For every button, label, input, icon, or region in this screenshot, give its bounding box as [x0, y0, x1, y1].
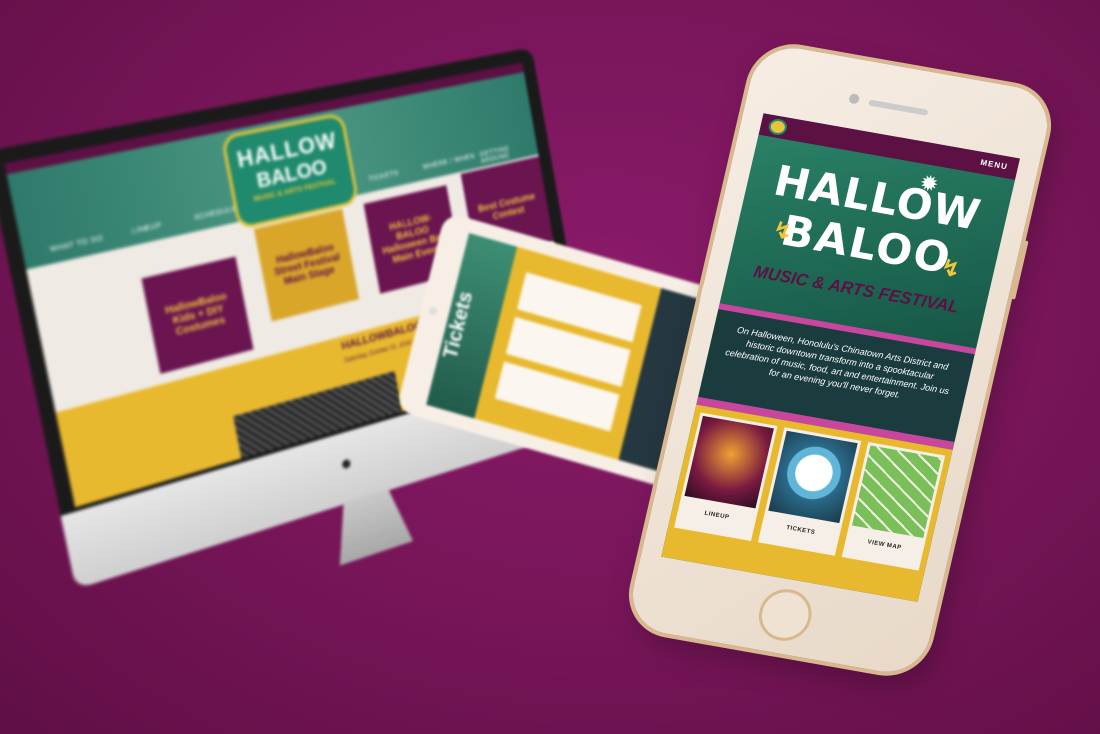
lineup-card-label: LINEUP — [703, 510, 730, 521]
mascot-photo — [768, 430, 858, 524]
event-tile[interactable]: HallowBaloo Street Festival Main Stage — [253, 208, 360, 322]
nav-link-where-when[interactable]: WHERE / WHEN — [422, 153, 475, 171]
stage-photo — [684, 415, 774, 509]
festival-map — [852, 445, 942, 538]
nav-link-tickets[interactable]: TICKETS — [368, 170, 399, 183]
nav-link-schedule[interactable]: SCHEDULE — [194, 205, 238, 222]
nav-link-what-to-do[interactable]: WHAT TO DO — [49, 235, 104, 254]
tickets-card-label: TICKETS — [785, 525, 816, 536]
nav-link-lineup[interactable]: LINEUP — [131, 222, 162, 236]
event-tile[interactable]: HallowBaloo Kids + DIY Costumes — [141, 256, 254, 374]
map-card-label: VIEW MAP — [866, 539, 903, 552]
